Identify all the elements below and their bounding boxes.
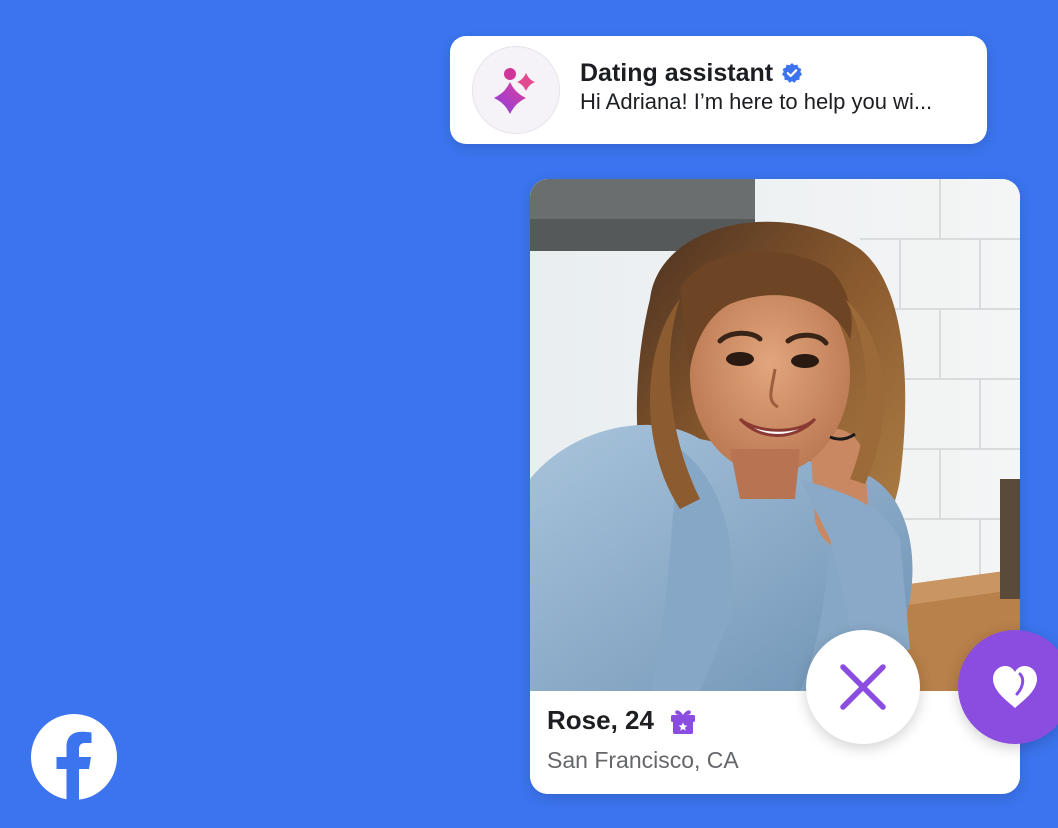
assistant-notification[interactable]: Dating assistant Hi Adriana! I’m here to…: [450, 36, 987, 144]
notification-title: Dating assistant: [580, 58, 774, 87]
facebook-logo-icon: [30, 713, 118, 801]
profile-photo: [530, 179, 1020, 691]
close-icon: [840, 664, 886, 710]
verified-badge-icon: [781, 62, 803, 84]
profile-info: Rose, 24 San Francisco, CA: [530, 691, 1020, 794]
gift-icon: [668, 706, 698, 736]
profile-card[interactable]: Rose, 24 San Francisco, CA: [530, 179, 1020, 794]
assistant-avatar: [472, 46, 560, 134]
pass-button[interactable]: [806, 630, 920, 744]
sparkle-icon: [494, 68, 535, 114]
profile-location: San Francisco, CA: [547, 747, 739, 773]
profile-name: Rose, 24: [547, 705, 654, 735]
heart-icon: [993, 666, 1037, 708]
notification-message: Hi Adriana! I’m here to help you wi...: [580, 89, 933, 114]
